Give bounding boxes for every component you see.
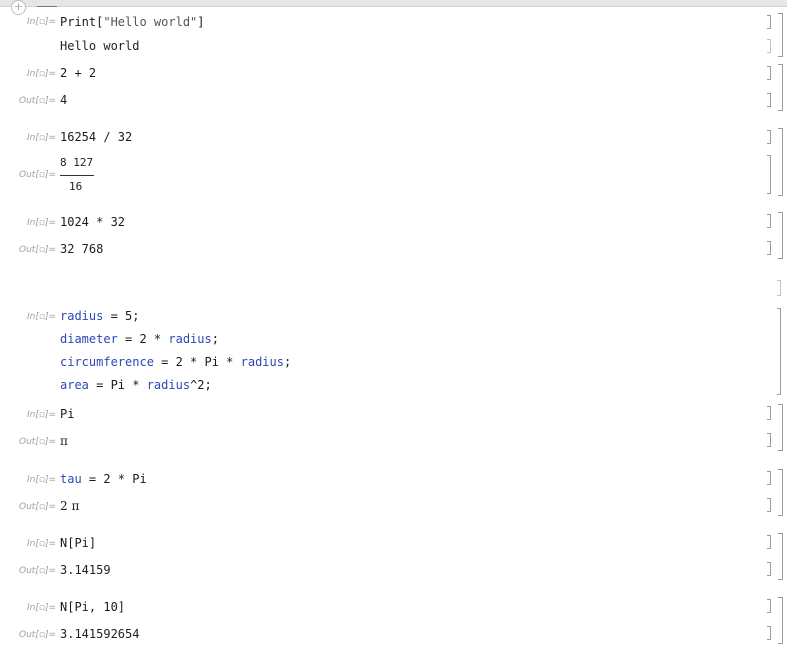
cell-bracket[interactable] bbox=[767, 498, 771, 512]
cell-bracket[interactable] bbox=[767, 626, 771, 640]
group-bracket[interactable] bbox=[778, 212, 783, 259]
cell-bracket[interactable] bbox=[767, 599, 771, 613]
input-label: In[▫]= bbox=[26, 539, 56, 549]
output-label: Out[▫]= bbox=[19, 437, 56, 447]
code-variable: diameter bbox=[60, 332, 118, 346]
cell-bracket[interactable] bbox=[767, 535, 771, 549]
input-label: In[▫]= bbox=[26, 603, 56, 613]
group-bracket[interactable] bbox=[778, 13, 783, 57]
print-output: Hello world bbox=[60, 39, 140, 53]
cell-bracket[interactable] bbox=[767, 214, 771, 228]
input-code[interactable]: Pi bbox=[60, 407, 74, 422]
input-label: In[▫]= bbox=[26, 17, 56, 27]
output-label: Out[▫]= bbox=[19, 245, 56, 255]
input-label: In[▫]= bbox=[26, 312, 56, 322]
group-bracket[interactable] bbox=[778, 533, 783, 580]
input-label: In[▫]= bbox=[26, 133, 56, 143]
code-variable: radius bbox=[240, 355, 284, 369]
fraction-numerator: 8 127 bbox=[60, 156, 94, 169]
code-text: = 2 * bbox=[117, 332, 169, 346]
input-code[interactable]: 1024 * 32 bbox=[60, 215, 125, 230]
notebook-toolbar-strip bbox=[0, 0, 787, 7]
code-variable: radius bbox=[168, 332, 212, 346]
input-label: In[▫]= bbox=[26, 475, 56, 485]
output-label: Out[▫]= bbox=[19, 566, 56, 576]
code-text: = 5; bbox=[103, 309, 140, 323]
empty-cell-bracket[interactable] bbox=[777, 280, 781, 296]
input-code[interactable]: N[Pi, 10] bbox=[60, 600, 125, 615]
code-text: = Pi * bbox=[88, 378, 147, 392]
code-variable: radius bbox=[146, 378, 191, 392]
code-string: "Hello world" bbox=[103, 15, 198, 29]
code-text: = 2 * Pi bbox=[81, 472, 147, 486]
group-bracket[interactable] bbox=[778, 469, 783, 516]
cell-bracket[interactable] bbox=[767, 406, 771, 420]
code-variable: radius bbox=[60, 309, 104, 323]
group-bracket[interactable] bbox=[778, 64, 783, 111]
cell-bracket[interactable] bbox=[767, 241, 771, 255]
group-bracket[interactable] bbox=[778, 597, 783, 644]
input-code[interactable]: N[Pi] bbox=[60, 536, 96, 551]
input-label: In[▫]= bbox=[26, 69, 56, 79]
cell-bracket[interactable] bbox=[767, 433, 771, 447]
input-code[interactable]: tau = 2 * Pi bbox=[60, 472, 147, 487]
code-text: ^2; bbox=[190, 378, 212, 392]
input-code[interactable]: 16254 / 32 bbox=[60, 130, 132, 145]
code-text: = 2 * Pi * bbox=[153, 355, 241, 369]
add-cell-plus-icon[interactable]: + bbox=[11, 0, 26, 15]
code-function: Print[ bbox=[60, 15, 104, 29]
input-code[interactable]: area = Pi * radius^2; bbox=[60, 378, 212, 393]
output-label: Out[▫]= bbox=[19, 502, 56, 512]
cell-bracket[interactable] bbox=[767, 562, 771, 576]
output-value: π bbox=[60, 434, 68, 448]
code-variable: circumference bbox=[60, 355, 154, 369]
cell-bracket[interactable] bbox=[767, 66, 771, 80]
output-value: 3.14159 bbox=[60, 563, 111, 577]
code-text: ; bbox=[211, 332, 219, 346]
cell-bracket[interactable] bbox=[767, 39, 771, 53]
cell-bracket[interactable] bbox=[777, 308, 781, 395]
output-label: Out[▫]= bbox=[19, 630, 56, 640]
cell-bracket[interactable] bbox=[767, 471, 771, 485]
output-value: 4 bbox=[60, 93, 68, 107]
cell-bracket[interactable] bbox=[767, 130, 771, 144]
output-value: 3.141592654 bbox=[60, 627, 140, 641]
input-code[interactable]: radius = 5; bbox=[60, 309, 139, 324]
cell-bracket[interactable] bbox=[767, 15, 771, 29]
output-label: Out[▫]= bbox=[19, 96, 56, 106]
input-code[interactable]: diameter = 2 * radius; bbox=[60, 332, 219, 347]
group-bracket[interactable] bbox=[778, 128, 783, 196]
code-close: ] bbox=[197, 15, 205, 29]
cell-bracket[interactable] bbox=[767, 155, 771, 194]
fraction-bar bbox=[60, 175, 94, 176]
code-text: ; bbox=[283, 355, 292, 369]
cell-insertion-marker bbox=[37, 6, 57, 7]
input-label: In[▫]= bbox=[26, 218, 56, 228]
code-variable: area bbox=[60, 378, 89, 392]
output-value: 32 768 bbox=[60, 242, 104, 256]
fraction-denominator: 16 bbox=[69, 180, 83, 193]
input-code[interactable]: Print["Hello world"] bbox=[60, 15, 205, 30]
cell-bracket[interactable] bbox=[767, 93, 771, 107]
input-code[interactable]: circumference = 2 * Pi * radius; bbox=[60, 355, 291, 370]
input-label: In[▫]= bbox=[26, 410, 56, 420]
output-value: 2 π bbox=[60, 499, 80, 513]
input-code[interactable]: 2 + 2 bbox=[60, 66, 96, 81]
group-bracket[interactable] bbox=[778, 404, 783, 451]
code-variable: tau bbox=[60, 472, 82, 486]
output-label: Out[▫]= bbox=[19, 170, 56, 180]
